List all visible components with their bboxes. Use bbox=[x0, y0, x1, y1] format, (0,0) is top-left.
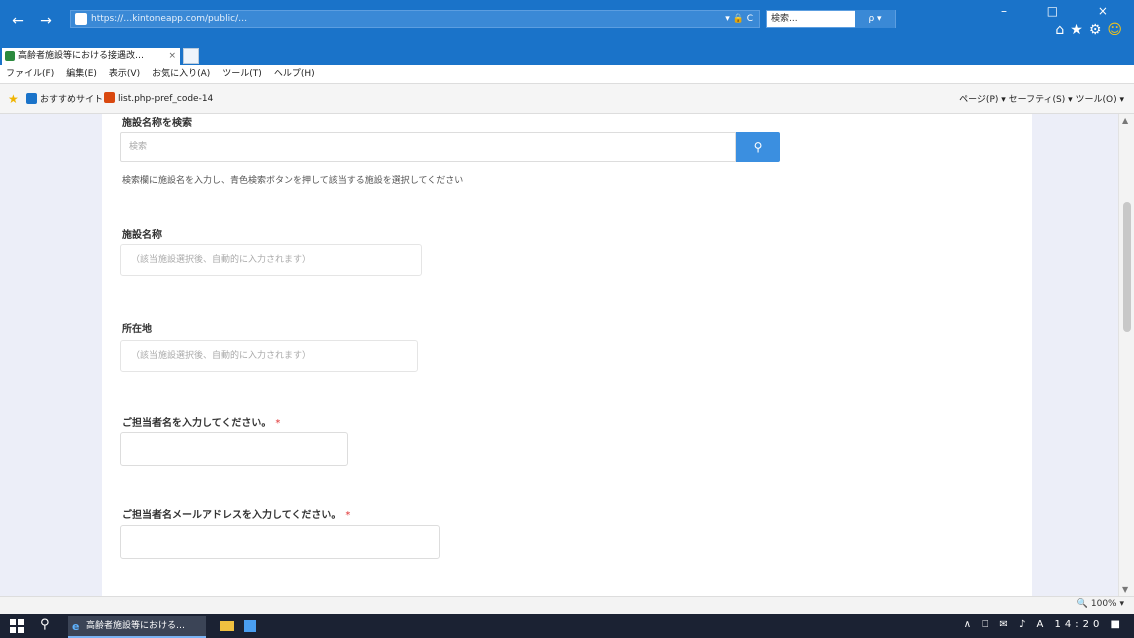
search-icon: ⚲ bbox=[753, 140, 763, 154]
menu-tools[interactable]: ツール(T) bbox=[216, 65, 268, 84]
internet-explorer-icon: e bbox=[72, 620, 80, 633]
scrollbar-thumb[interactable] bbox=[1123, 202, 1131, 332]
facility-search-input[interactable]: 検索 bbox=[120, 132, 736, 162]
scroll-up-icon[interactable]: ▲ bbox=[1122, 116, 1128, 125]
feedback-smiley-icon[interactable]: ☺ bbox=[1107, 22, 1128, 38]
tab-active[interactable]: 高齢者施設等における接遇改… × bbox=[2, 48, 180, 65]
facility-search-button[interactable]: ⚲ bbox=[736, 132, 780, 162]
favorites-star-icon[interactable]: ★ bbox=[8, 92, 19, 106]
search-section-label: 施設名称を検索 bbox=[122, 118, 192, 129]
menu-bar: ファイル(F) 編集(E) 表示(V) お気に入り(A) ツール(T) ヘルプ(H) bbox=[0, 65, 1134, 84]
contact-name-input[interactable] bbox=[120, 432, 348, 466]
suggested-sites-icon bbox=[26, 93, 37, 104]
menu-file[interactable]: ファイル(F) bbox=[0, 65, 60, 84]
favorites-bar: ★ おすすめサイト ▾ list.php-pref_code-14 ページ(P)… bbox=[0, 84, 1134, 114]
required-mark: * bbox=[345, 510, 351, 521]
toolbar-icons: ⌂★⚙☺ bbox=[1055, 22, 1128, 38]
taskbar-search-icon[interactable]: ⚲ bbox=[40, 617, 50, 632]
menu-help[interactable]: ヘルプ(H) bbox=[268, 65, 321, 84]
address-label: 所在地 bbox=[122, 324, 152, 335]
scroll-down-icon[interactable]: ▼ bbox=[1122, 585, 1128, 594]
windows-start-icon[interactable] bbox=[10, 619, 24, 633]
store-icon[interactable] bbox=[244, 620, 256, 632]
suggested-sites-link[interactable]: おすすめサイト ▾ bbox=[26, 92, 110, 105]
back-arrow-icon[interactable]: ← bbox=[10, 13, 26, 29]
status-bar: 🔍 100% ▾ bbox=[0, 596, 1134, 614]
site-favicon-icon bbox=[75, 13, 87, 25]
favorites-star-icon[interactable]: ★ bbox=[1070, 22, 1089, 38]
contact-email-label: ご担当者名メールアドレスを入力してください。 * bbox=[122, 510, 351, 521]
taskbar: ⚲ e 高齢者施設等における… ∧ ⎕ ✉ ♪ A 14:20 ■ bbox=[0, 614, 1134, 638]
menu-favorites[interactable]: お気に入り(A) bbox=[146, 65, 216, 84]
browser-titlebar: ← → https://…kintoneapp.com/public/… ▾ 🔒… bbox=[0, 0, 1134, 45]
address-bar[interactable]: https://…kintoneapp.com/public/… ▾ 🔒 C bbox=[70, 10, 760, 28]
menu-edit[interactable]: 編集(E) bbox=[60, 65, 103, 84]
tab-favicon-icon bbox=[5, 51, 15, 61]
tab-row: 高齢者施設等における接遇改… × bbox=[0, 45, 1134, 65]
favorite-page-link[interactable]: list.php-pref_code-14 bbox=[104, 92, 213, 104]
new-tab-button[interactable] bbox=[183, 48, 199, 64]
zoom-control[interactable]: 🔍 100% ▾ bbox=[1077, 599, 1124, 609]
forward-arrow-icon[interactable]: → bbox=[38, 13, 54, 29]
form-card: 施設名称を検索 検索 ⚲ 検索欄に施設名を入力し、青色検索ボタンを押して該当する… bbox=[102, 114, 1032, 596]
system-tray[interactable]: ∧ ⎕ ✉ ♪ A 14:20 ■ bbox=[964, 619, 1124, 630]
window-controls[interactable]: – □ × bbox=[1001, 4, 1126, 18]
tab-title: 高齢者施設等における接遇改… bbox=[18, 51, 145, 61]
vertical-scrollbar[interactable]: ▲ ▼ bbox=[1118, 114, 1134, 596]
browser-search-button[interactable]: ρ ▾ bbox=[855, 10, 895, 28]
contact-email-input[interactable] bbox=[120, 525, 440, 559]
home-icon[interactable]: ⌂ bbox=[1055, 22, 1070, 38]
search-hint: 検索欄に施設名を入力し、青色検索ボタンを押して該当する施設を選択してください bbox=[122, 176, 464, 186]
page-favicon-icon bbox=[104, 92, 115, 103]
facility-name-label: 施設名称 bbox=[122, 230, 162, 241]
file-explorer-icon[interactable] bbox=[220, 621, 234, 631]
address-field: （該当施設選択後、自動的に入力されます） bbox=[120, 340, 418, 372]
taskbar-app-label: 高齢者施設等における… bbox=[86, 621, 186, 631]
required-mark: * bbox=[275, 418, 281, 429]
tab-close-icon[interactable]: × bbox=[168, 48, 176, 64]
page-viewport: 施設名称を検索 検索 ⚲ 検索欄に施設名を入力し、青色検索ボタンを押して該当する… bbox=[0, 114, 1118, 596]
command-bar[interactable]: ページ(P) ▾ セーフティ(S) ▾ ツール(O) ▾ bbox=[959, 92, 1124, 105]
facility-name-field: （該当施設選択後、自動的に入力されます） bbox=[120, 244, 422, 276]
menu-view[interactable]: 表示(V) bbox=[103, 65, 146, 84]
taskbar-ie-app[interactable]: e 高齢者施設等における… bbox=[68, 616, 206, 638]
address-controls[interactable]: ▾ 🔒 C bbox=[725, 11, 753, 27]
address-text: https://…kintoneapp.com/public/… bbox=[91, 14, 248, 24]
contact-name-label: ご担当者名を入力してください。 * bbox=[122, 418, 281, 429]
settings-gear-icon[interactable]: ⚙ bbox=[1089, 22, 1108, 38]
